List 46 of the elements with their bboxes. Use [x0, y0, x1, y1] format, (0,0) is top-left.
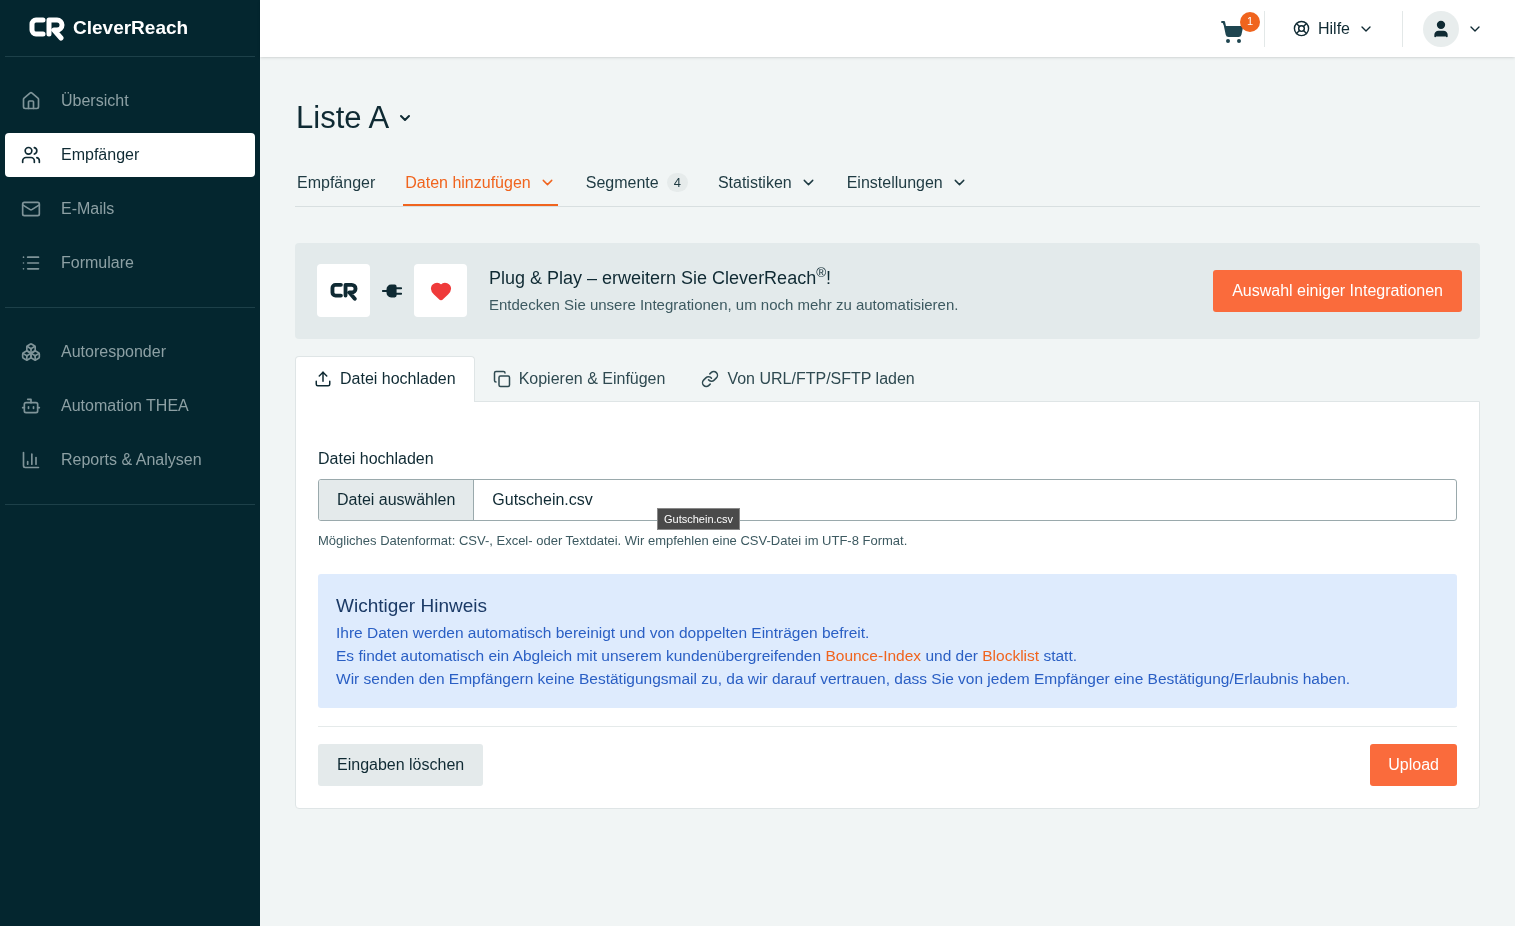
envelope-icon	[21, 199, 41, 219]
logo-icon	[29, 15, 65, 41]
link-icon	[701, 369, 720, 388]
cart-icon	[1220, 19, 1244, 44]
sidebar-item[interactable]: Übersicht	[5, 79, 255, 123]
tab[interactable]: Empfänger	[295, 161, 378, 206]
lifebuoy-icon	[1293, 20, 1310, 37]
page-title: Liste A	[296, 99, 390, 137]
notice-text: Wir senden den Empfängern keine Bestätigungsmail zu, da wir darauf vertrauen, dass Sie von jedem Empfänger eine Bestätigung/Erlaubnis haben.	[336, 668, 1352, 689]
home-icon	[21, 91, 41, 111]
sidebar-item[interactable]: Empfänger	[5, 133, 255, 177]
banner-title: Plug & Play – erweitern Sie CleverReach$^{®}$!	[489, 264, 833, 290]
tab[interactable]: Statistiken	[715, 161, 819, 206]
clear-button[interactable]: Eingaben löschen	[318, 743, 484, 786]
sidebar-item[interactable]: Formulare	[5, 241, 255, 285]
notice-title: Wichtiger Hinweis	[336, 594, 488, 618]
count-badge: 4	[666, 172, 688, 193]
boxes-icon	[21, 342, 41, 362]
bar-chart-icon	[21, 450, 41, 470]
brand-name: CleverReach	[73, 15, 189, 40]
robot-icon	[21, 396, 41, 416]
file-name: Gutschein.csv	[491, 489, 594, 510]
copy-icon	[492, 369, 511, 388]
list-icon	[21, 253, 41, 273]
avatar-icon	[1423, 10, 1459, 47]
notice-text: Es findet automatisch ein Abgleich mit unserem kundenübergreifenden Bounce-Index und der Blocklist statt.	[336, 645, 1079, 666]
users-icon	[21, 145, 41, 165]
upload-tab[interactable]: Kopieren & Einfügen	[474, 355, 684, 402]
upload-tab[interactable]: Datei hochladen	[295, 355, 475, 402]
tab[interactable]: Einstellungen	[844, 161, 970, 206]
logo-icon	[329, 280, 358, 301]
sidebar-item[interactable]: E-Mails	[5, 187, 255, 231]
notice-text: Ihre Daten werden automatisch bereinigt und von doppelten Einträgen befreit.	[336, 622, 871, 643]
sidebar-item[interactable]: Automation THEA	[5, 384, 255, 428]
field-label: Datei hochladen	[318, 448, 435, 469]
sidebar-item[interactable]: Reports & Analysen	[5, 438, 255, 482]
banner-subtitle: Entdecken Sie unsere Integrationen, um noch mehr zu automatisieren.	[489, 294, 960, 315]
cart-badge: 1	[1240, 11, 1260, 32]
tooltip: Gutschein.csv	[657, 507, 741, 530]
upload-icon	[314, 370, 332, 388]
tab[interactable]: Segmente 4	[583, 161, 690, 206]
help-menu[interactable]: Hilfe	[1265, 16, 1402, 41]
sidebar-item[interactable]: Autoresponder	[5, 330, 255, 374]
help-text: Mögliches Datenformat: CSV-, Excel- oder Textdatei. Wir empfehlen eine CSV-Datei im UTF-8 Format.	[318, 531, 909, 550]
choose-file-button[interactable]: Datei auswählen	[319, 479, 475, 520]
upload-tab[interactable]: Von URL/FTP/SFTP laden	[683, 355, 933, 402]
